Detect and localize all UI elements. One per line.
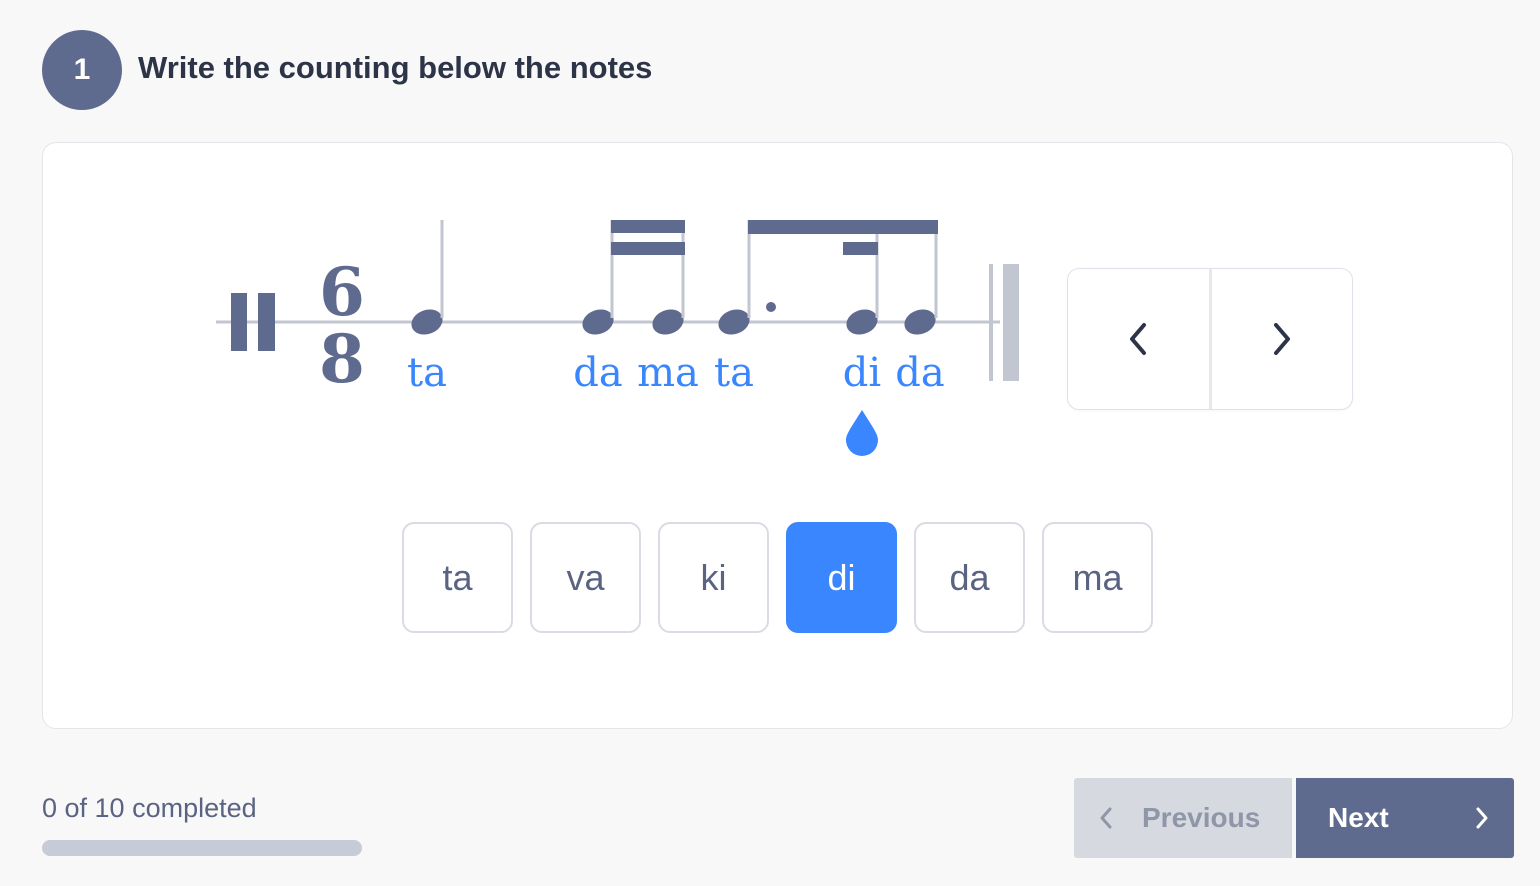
previous-button[interactable]: Previous <box>1074 778 1292 858</box>
question-title: Write the counting below the notes <box>138 50 653 85</box>
syllable-4: ta <box>714 350 754 396</box>
end-barline-thin <box>989 264 993 381</box>
question-number-badge: 1 <box>42 30 122 110</box>
choice-ta[interactable]: ta <box>402 522 513 633</box>
cursor-drop-icon <box>846 410 878 456</box>
cursor-next-button[interactable] <box>1212 269 1353 409</box>
syllable-1: ta <box>407 350 447 396</box>
next-button[interactable]: Next <box>1296 778 1514 858</box>
progress-text: 0 of 10 completed <box>42 793 257 823</box>
chevron-right-icon <box>1476 807 1488 829</box>
chevron-left-icon <box>1100 807 1112 829</box>
note-quarter <box>411 220 444 335</box>
rhythm-staff: 6 8 ta da ma ta di da <box>216 220 1019 456</box>
syllable-choices: ta va ki di da ma <box>402 522 1153 633</box>
syllable-2: da <box>573 350 622 396</box>
time-signature-bottom: 8 <box>319 320 365 398</box>
start-barline-thick-2 <box>258 293 275 351</box>
chevron-left-icon <box>1130 323 1147 355</box>
chevron-right-icon <box>1273 323 1290 355</box>
choice-da[interactable]: da <box>914 522 1025 633</box>
cursor-nav <box>1067 268 1353 410</box>
next-label: Next <box>1328 802 1389 833</box>
syllable-6: da <box>895 350 944 396</box>
syllable-5: di <box>843 350 881 396</box>
previous-label: Previous <box>1142 802 1261 833</box>
syllable-3: ma <box>637 350 699 396</box>
choice-ma[interactable]: ma <box>1042 522 1153 633</box>
end-barline-thick <box>1003 264 1019 381</box>
progress-bar <box>42 840 362 856</box>
cursor-prev-button[interactable] <box>1068 269 1209 409</box>
choice-ki[interactable]: ki <box>658 522 769 633</box>
choice-va[interactable]: va <box>530 522 641 633</box>
choice-di[interactable]: di <box>786 522 897 633</box>
start-barline-thick <box>231 293 247 351</box>
